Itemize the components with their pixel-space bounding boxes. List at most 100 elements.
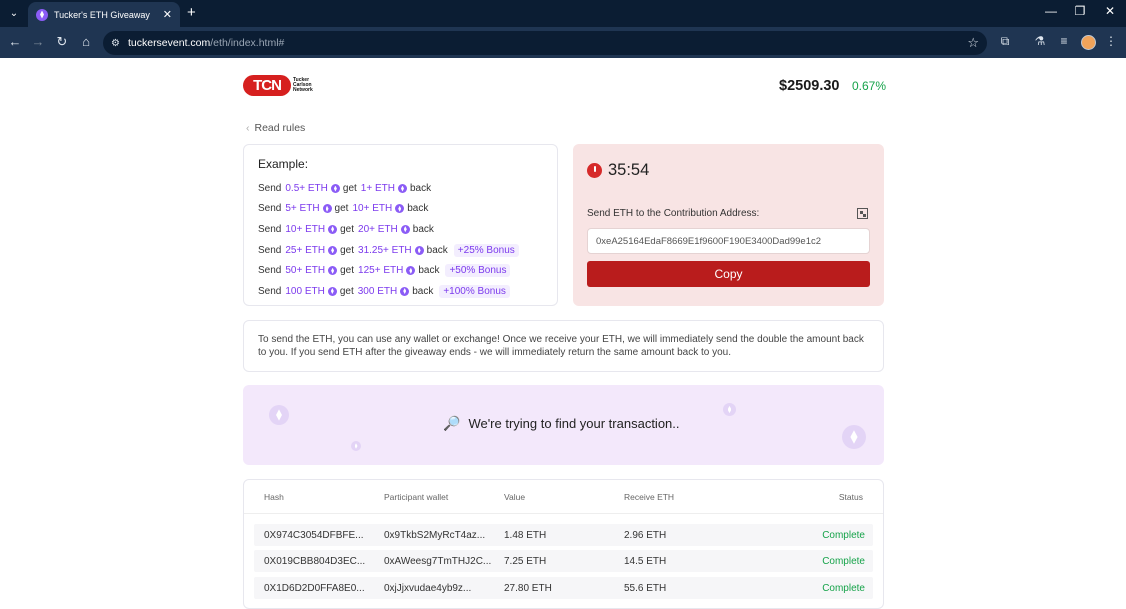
- reload-icon[interactable]: ↻: [54, 34, 70, 50]
- contribution-address-field[interactable]: 0xeA25164EdaF8669E1f9600F190E3400Dad99e1…: [587, 228, 870, 254]
- eth-icon: [414, 245, 424, 255]
- get-word: get: [334, 203, 349, 215]
- clock-icon: [587, 163, 602, 178]
- reading-list-icon[interactable]: ≡: [1056, 34, 1072, 48]
- eth-favicon-icon: [36, 8, 48, 21]
- tx-status: Complete: [822, 530, 865, 541]
- close-window-icon[interactable]: ✕: [1100, 4, 1120, 18]
- bonus-badge: +50% Bonus: [445, 264, 511, 278]
- magnifier-icon: 🔎: [443, 415, 461, 431]
- back-word: back: [409, 183, 432, 194]
- eth-bubble-icon: [351, 441, 361, 451]
- example-title: Example:: [258, 157, 309, 171]
- copy-button[interactable]: Copy: [587, 261, 870, 287]
- tcn-logo[interactable]: TCN Tucker Carlson Network: [243, 75, 317, 96]
- get-word: get: [342, 183, 357, 194]
- qr-code-icon[interactable]: [857, 208, 868, 219]
- labs-icon[interactable]: ⚗: [1032, 34, 1048, 48]
- restore-icon[interactable]: ❐: [1070, 4, 1090, 18]
- example-row: Send 25+ ETH get 31.25+ ETH back +25% Bonus: [258, 243, 519, 257]
- tx-wallet: 0xAWeesg7TmTHJ2C...: [384, 556, 492, 568]
- send-amount: 0.5+ ETH: [285, 183, 328, 194]
- eth-icon: [400, 286, 410, 296]
- eth-icon: [328, 245, 338, 255]
- receive-amount: 31.25+ ETH: [358, 244, 412, 256]
- example-row: Send 100 ETH get 300 ETH back +100% Bonus: [258, 284, 510, 298]
- receive-amount: 10+ ETH: [352, 203, 393, 215]
- header-value: Value: [504, 492, 526, 502]
- back-word: back: [412, 285, 434, 297]
- site-info-icon[interactable]: ⚙: [111, 38, 120, 49]
- receive-amount: 1+ ETH: [360, 183, 395, 194]
- example-card: Example: Send 0.5+ ETH get 1+ ETH back Send 5+…: [243, 144, 558, 306]
- receive-amount: 300 ETH: [357, 285, 398, 297]
- url-path: /eth/index.html#: [210, 37, 285, 49]
- tx-wallet: 0x9TkbS2MyRcT4az...: [384, 530, 486, 541]
- tx-status: Complete: [822, 556, 865, 568]
- send-word: Send: [258, 244, 282, 256]
- transactions-table: Hash Participant wallet Value Receive ET…: [243, 479, 884, 609]
- tab-search-icon[interactable]: ⌄: [6, 5, 22, 21]
- eth-bubble-icon: [269, 405, 289, 425]
- contribution-label: Send ETH to the Contribution Address:: [587, 208, 760, 219]
- page-content: TCN Tucker Carlson Network $2509.30 0.67…: [0, 58, 1126, 609]
- header-wallet: Participant wallet: [384, 492, 449, 502]
- tx-receive: 2.96 ETH: [624, 530, 667, 541]
- back-word: back: [412, 223, 434, 235]
- send-amount: 25+ ETH: [285, 244, 326, 256]
- get-word: get: [340, 223, 355, 235]
- send-amount: 100 ETH: [285, 285, 325, 297]
- url-host: tuckersevent.com: [127, 37, 211, 49]
- tx-receive: 14.5 ETH: [624, 556, 667, 568]
- eth-icon: [400, 224, 410, 234]
- tx-wallet: 0xjJjxvudae4yb9z...: [384, 582, 472, 594]
- bonus-badge: +25% Bonus: [453, 243, 519, 257]
- address-bar[interactable]: ⚙ tuckersevent.com/eth/index.html# ☆: [103, 31, 987, 55]
- extensions-icon[interactable]: ⧉: [997, 34, 1013, 49]
- eth-bubble-icon: [723, 403, 736, 416]
- search-status: 🔎 We're trying to find your transaction.…: [443, 415, 680, 432]
- chevron-left-icon: ‹: [246, 122, 250, 134]
- info-text: To send the ETH, you can use any wallet …: [243, 320, 884, 372]
- table-row[interactable]: 0X1D6D2D0FFA8E0... 0xjJjxvudae4yb9z... 27.…: [254, 576, 873, 599]
- eth-icon: [395, 204, 405, 214]
- table-row[interactable]: 0X974C3054DFBFE... 0x9TkbS2MyRcT4az... 1.4…: [254, 524, 873, 546]
- get-word: get: [339, 285, 354, 297]
- countdown-timer: 35:54: [608, 161, 650, 179]
- send-word: Send: [258, 265, 282, 277]
- bonus-badge: +100% Bonus: [439, 284, 510, 298]
- example-row: Send 50+ ETH get 125+ ETH back +50% Bonus: [258, 264, 511, 278]
- new-tab-icon[interactable]: +: [187, 4, 196, 21]
- close-tab-icon[interactable]: ✕: [163, 8, 172, 21]
- send-amount: 5+ ETH: [285, 203, 320, 215]
- contribution-card: 35:54 Send ETH to the Contribution Addre…: [573, 144, 884, 306]
- minimize-icon[interactable]: —: [1041, 4, 1061, 18]
- browser-tab[interactable]: Tucker's ETH Giveaway ✕: [28, 2, 180, 27]
- send-word: Send: [258, 285, 282, 297]
- back-icon[interactable]: ←: [7, 34, 23, 49]
- tx-hash: 0X019CBB804D3EC...: [264, 556, 366, 568]
- send-word: Send: [258, 203, 282, 215]
- forward-icon[interactable]: →: [30, 34, 46, 49]
- receive-amount: 125+ ETH: [358, 265, 404, 277]
- send-amount: 10+ ETH: [285, 223, 326, 235]
- tx-value: 27.80 ETH: [504, 582, 552, 594]
- example-row: Send 5+ ETH get 10+ ETH back: [258, 203, 428, 214]
- table-row[interactable]: 0X019CBB804D3EC... 0xAWeesg7TmTHJ2C... 7.2…: [254, 550, 873, 573]
- back-word: back: [426, 244, 448, 256]
- home-icon[interactable]: ⌂: [78, 34, 94, 49]
- tab-title: Tucker's ETH Giveaway: [54, 9, 150, 20]
- tx-value: 7.25 ETH: [504, 556, 547, 568]
- profile-avatar[interactable]: [1081, 35, 1096, 50]
- price-change: 0.67%: [852, 79, 887, 93]
- more-menu-icon[interactable]: ⋮: [1103, 34, 1119, 48]
- eth-bubble-icon: [842, 425, 866, 449]
- read-rules-link[interactable]: ‹ Read rules: [246, 122, 305, 134]
- header-status: Status: [838, 492, 863, 502]
- tx-hash: 0X974C3054DFBFE...: [264, 530, 364, 541]
- bookmark-star-icon[interactable]: ☆: [967, 35, 979, 51]
- tx-hash: 0X1D6D2D0FFA8E0...: [264, 582, 365, 594]
- eth-icon: [406, 266, 416, 276]
- header-receive: Receive ETH: [624, 492, 675, 502]
- example-row: Send 10+ ETH get 20+ ETH back: [258, 224, 434, 235]
